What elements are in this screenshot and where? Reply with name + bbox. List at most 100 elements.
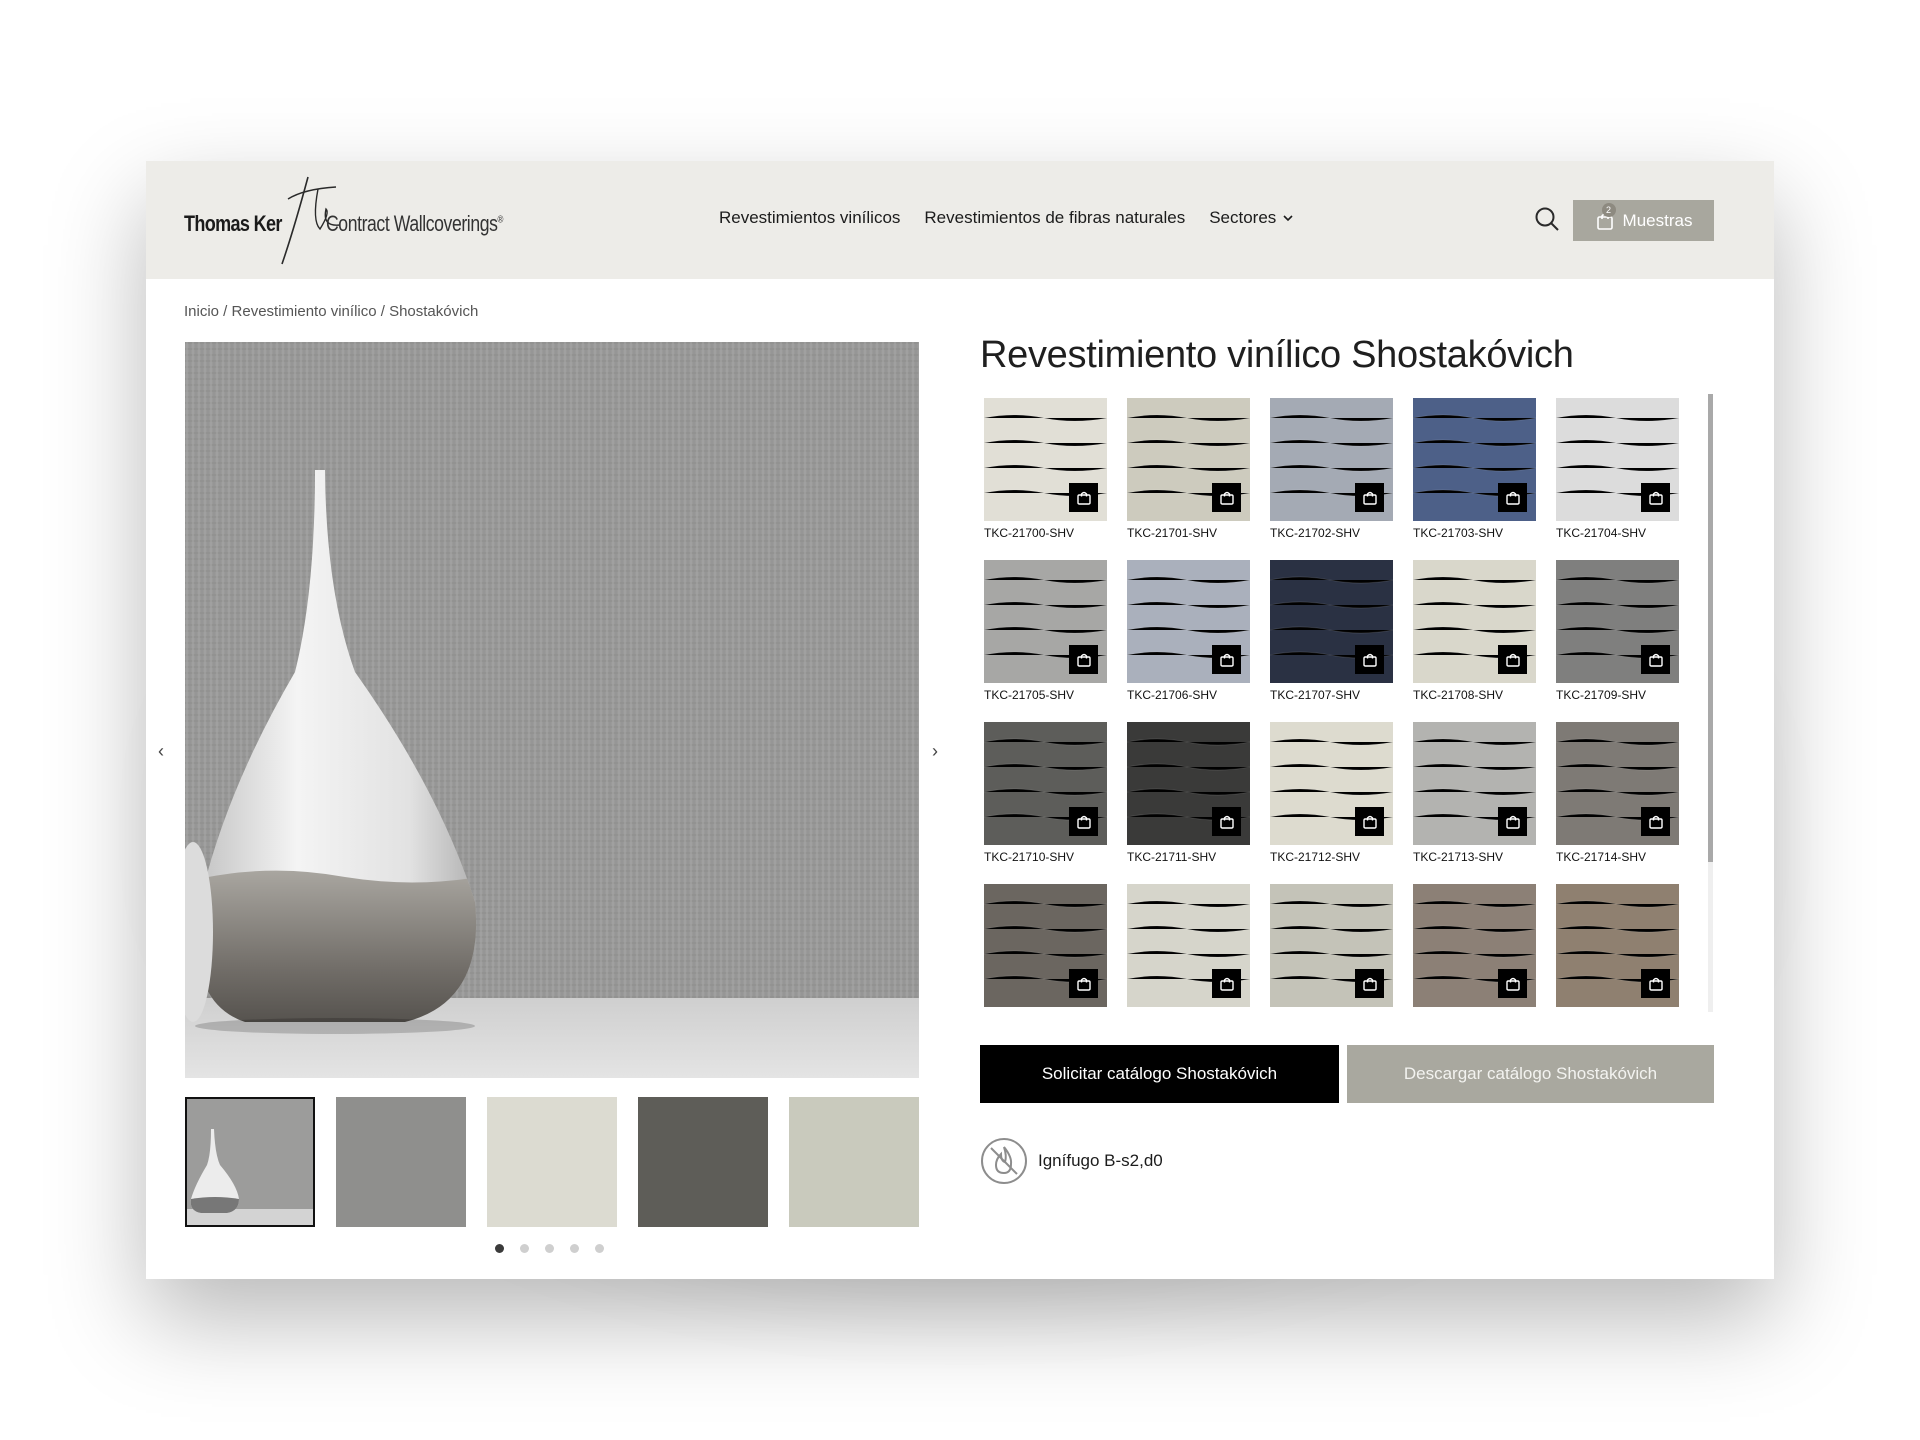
swatch[interactable] [1127, 398, 1250, 521]
thumbnail-texture [789, 1097, 919, 1227]
pagination-dot[interactable] [495, 1244, 504, 1253]
nav-vinyl[interactable]: Revestimientos vinílicos [719, 208, 900, 228]
shopping-bag-icon [1362, 653, 1377, 667]
logo-tagline: Contract Wallcoverings® [326, 211, 503, 237]
thumbnail-3[interactable] [487, 1097, 617, 1227]
swatch[interactable] [1270, 560, 1393, 683]
add-sample-button[interactable] [1212, 483, 1241, 512]
registered-mark: ® [497, 214, 504, 226]
add-sample-button[interactable] [1641, 969, 1670, 998]
add-sample-button[interactable] [1498, 483, 1527, 512]
download-catalog-button[interactable]: Descargar catálogo Shostakóvich [1347, 1045, 1714, 1103]
swatch[interactable] [1413, 398, 1536, 521]
add-sample-button[interactable] [1212, 645, 1241, 674]
shopping-bag-icon [1219, 653, 1234, 667]
swatch[interactable] [984, 398, 1107, 521]
thumbnail-1[interactable] [185, 1097, 315, 1227]
search-button[interactable] [1532, 204, 1562, 234]
pagination-dot[interactable] [545, 1244, 554, 1253]
add-sample-button[interactable] [1355, 483, 1384, 512]
add-sample-button[interactable] [1212, 969, 1241, 998]
pagination-dot[interactable] [520, 1244, 529, 1253]
logo-tagline-text: Contract Wallcoverings [326, 211, 498, 236]
thumbnail-2[interactable] [336, 1097, 466, 1227]
gallery-prev-arrow[interactable]: ‹ [158, 741, 164, 762]
nav-natural-fibers[interactable]: Revestimientos de fibras naturales [924, 208, 1185, 228]
gallery-next-arrow[interactable]: › [932, 741, 938, 762]
swatch[interactable] [1413, 560, 1536, 683]
swatch[interactable] [1270, 884, 1393, 1007]
shopping-bag-icon [1076, 977, 1091, 991]
samples-bag: 2 [1595, 202, 1616, 231]
pagination-dot[interactable] [570, 1244, 579, 1253]
swatch-code: TKC-21710-SHV [984, 850, 1075, 864]
shopping-bag-icon [1648, 653, 1663, 667]
nav-sectors[interactable]: Sectores [1209, 208, 1294, 228]
add-sample-button[interactable] [1498, 969, 1527, 998]
fire-retardant-icon [980, 1137, 1028, 1185]
swatch[interactable] [1556, 884, 1679, 1007]
add-sample-button[interactable] [1355, 645, 1384, 674]
swatch-scrollbar[interactable] [1708, 394, 1713, 1012]
add-sample-button[interactable] [1069, 483, 1098, 512]
vase-thumbnail [187, 1099, 313, 1225]
add-sample-button[interactable] [1355, 969, 1384, 998]
shopping-bag-icon [1648, 815, 1663, 829]
swatch[interactable] [1413, 722, 1536, 845]
swatch[interactable] [1127, 884, 1250, 1007]
swatch[interactable] [1556, 722, 1679, 845]
thumbnail-5[interactable] [789, 1097, 919, 1227]
logo[interactable]: Thomas Ker Tk Contract Wallcoverings® [184, 169, 504, 274]
swatch-code: TKC-21702-SHV [1270, 526, 1361, 540]
add-sample-button[interactable] [1641, 645, 1670, 674]
shopping-bag-icon [1076, 491, 1091, 505]
swatch[interactable] [1556, 398, 1679, 521]
breadcrumb[interactable]: Inicio / Revestimiento vinílico / Shosta… [184, 303, 478, 320]
swatch[interactable] [1413, 884, 1536, 1007]
thumbnail-texture [487, 1097, 617, 1227]
request-catalog-button[interactable]: Solicitar catálogo Shostakóvich [980, 1045, 1339, 1103]
shopping-bag-icon [1076, 815, 1091, 829]
samples-label: Muestras [1622, 210, 1693, 230]
thumbnail-texture [336, 1097, 466, 1227]
shopping-bag-icon [1076, 653, 1091, 667]
nav-sectors-label: Sectores [1209, 208, 1277, 227]
add-sample-button[interactable] [1641, 483, 1670, 512]
thumbnail-strip [185, 1097, 919, 1227]
swatch-code: TKC-21703-SHV [1413, 526, 1504, 540]
scrollbar-thumb[interactable] [1708, 394, 1713, 862]
swatch[interactable] [984, 722, 1107, 845]
thumbnail-4[interactable] [638, 1097, 768, 1227]
swatch-code: TKC-21709-SHV [1556, 688, 1647, 702]
shopping-bag-icon [1648, 977, 1663, 991]
gallery-pagination [495, 1244, 604, 1253]
swatch-code: TKC-21706-SHV [1127, 688, 1218, 702]
main-nav: Revestimientos vinílicos Revestimientos … [719, 208, 1294, 228]
swatch[interactable] [1270, 398, 1393, 521]
add-sample-button[interactable] [1069, 969, 1098, 998]
add-sample-button[interactable] [1498, 807, 1527, 836]
add-sample-button[interactable] [1069, 807, 1098, 836]
shopping-bag-icon [1505, 653, 1520, 667]
samples-button[interactable]: 2 Muestras [1573, 200, 1714, 241]
chevron-down-icon [1283, 215, 1293, 222]
swatch-code: TKC-21704-SHV [1556, 526, 1647, 540]
add-sample-button[interactable] [1641, 807, 1670, 836]
site-header: Thomas Ker Tk Contract Wallcoverings® Re… [146, 161, 1774, 279]
swatch[interactable] [984, 884, 1107, 1007]
add-sample-button[interactable] [1498, 645, 1527, 674]
pagination-dot[interactable] [595, 1244, 604, 1253]
main-product-image[interactable] [185, 342, 919, 1078]
nav-vinyl-label: Revestimientos vinílicos [719, 208, 901, 227]
swatch[interactable] [1556, 560, 1679, 683]
swatch[interactable] [1270, 722, 1393, 845]
product-title: Revestimiento vinílico Shostakóvich [980, 334, 1574, 376]
swatch-code: TKC-21711-SHV [1127, 850, 1217, 864]
add-sample-button[interactable] [1069, 645, 1098, 674]
swatch-code: TKC-21707-SHV [1270, 688, 1361, 702]
add-sample-button[interactable] [1355, 807, 1384, 836]
swatch[interactable] [1127, 560, 1250, 683]
swatch[interactable] [984, 560, 1107, 683]
swatch[interactable] [1127, 722, 1250, 845]
add-sample-button[interactable] [1212, 807, 1241, 836]
